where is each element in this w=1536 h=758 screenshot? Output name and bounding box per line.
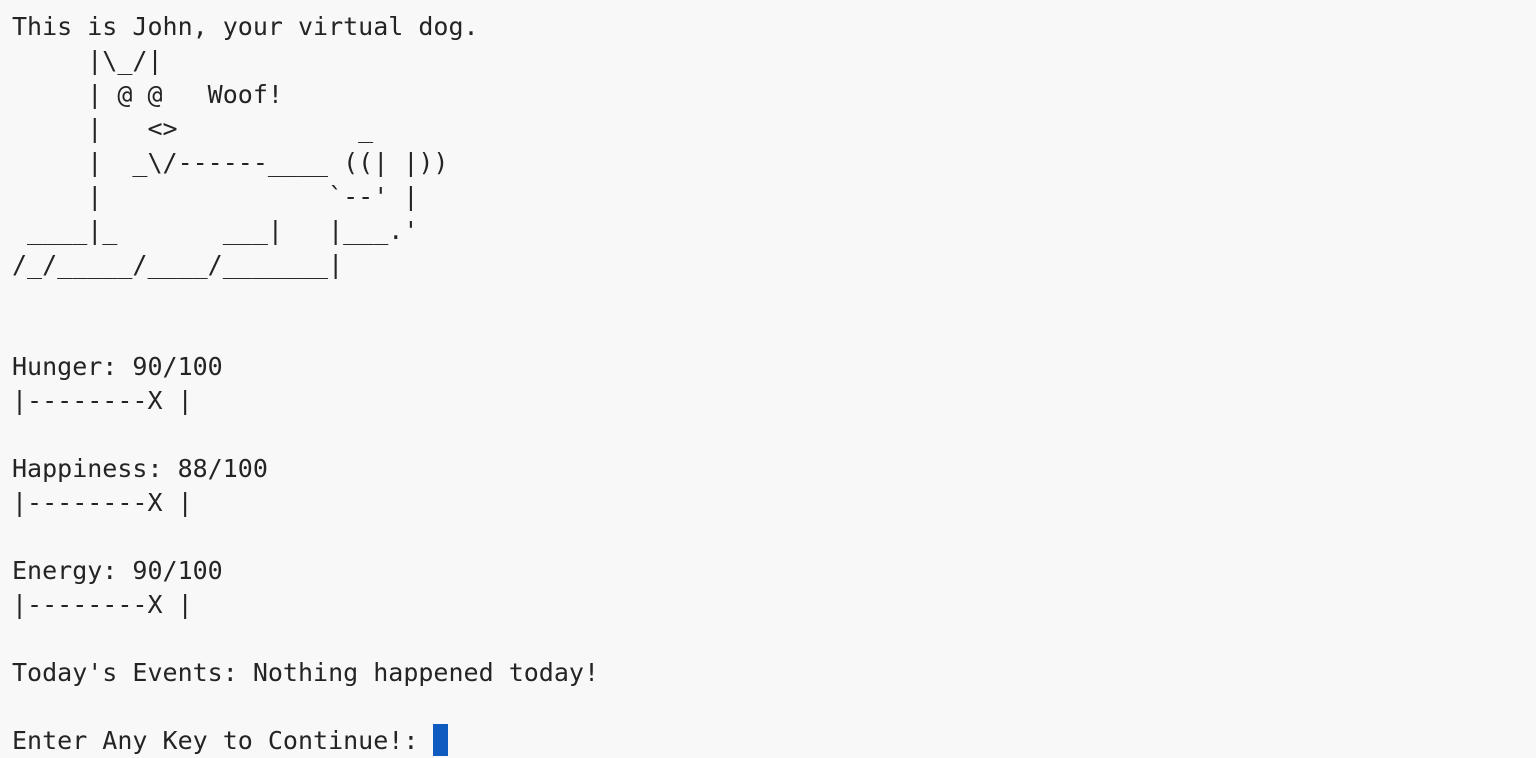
hunger-label: Hunger: 90/100 [12, 352, 223, 381]
terminal-output: This is John, your virtual dog. |\_/| | … [12, 10, 1512, 758]
input-prompt-row[interactable]: Enter Any Key to Continue!: [12, 724, 1512, 758]
energy-bar: |--------X | [12, 590, 193, 619]
dog-ascii-art: |\_/| | @ @ Woof! | <> _ | _\/------____… [12, 46, 449, 279]
prompt-text: Enter Any Key to Continue!: [12, 726, 434, 755]
intro-text: This is John, your virtual dog. [12, 12, 479, 41]
hunger-bar: |--------X | [12, 386, 193, 415]
text-cursor[interactable] [433, 724, 449, 756]
events-text: Today's Events: Nothing happened today! [12, 658, 599, 687]
happiness-label: Happiness: 88/100 [12, 454, 268, 483]
energy-label: Energy: 90/100 [12, 556, 223, 585]
happiness-bar: |--------X | [12, 488, 193, 517]
